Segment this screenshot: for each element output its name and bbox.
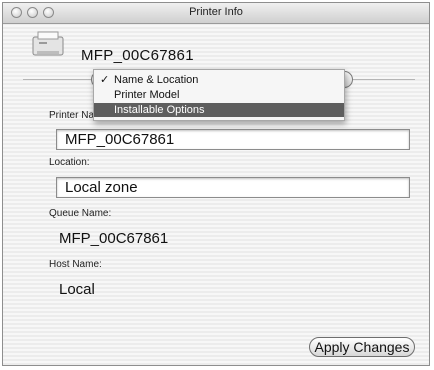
printer-name-label: Printer Na xyxy=(49,110,95,121)
menu-item-installable-options[interactable]: Installable Options xyxy=(94,103,344,117)
menu-item-printer-model[interactable]: Printer Model xyxy=(94,88,344,102)
host-name-value: Local xyxy=(59,281,95,298)
title-bar[interactable]: Printer Info xyxy=(3,3,429,24)
menu-item-label: Installable Options xyxy=(114,104,205,116)
menu-item-name-location[interactable]: ✓ Name & Location xyxy=(94,73,344,87)
menu-item-label: Printer Model xyxy=(114,89,180,101)
queue-name-label: Queue Name: xyxy=(49,208,112,219)
window-title: Printer Info xyxy=(189,6,243,18)
host-name-label: Host Name: xyxy=(49,259,102,270)
location-field[interactable]: Local zone xyxy=(56,177,410,198)
apply-changes-button[interactable]: Apply Changes xyxy=(309,337,415,357)
printer-icon xyxy=(32,31,64,56)
printer-name-heading: MFP_00C67861 xyxy=(81,47,194,64)
checkmark-icon: ✓ xyxy=(100,74,110,86)
info-panel-popup-menu: ✓ Name & Location Printer Model Installa… xyxy=(93,69,345,121)
printer-name-field[interactable]: MFP_00C67861 xyxy=(56,129,410,150)
queue-name-value: MFP_00C67861 xyxy=(59,230,169,247)
printer-info-window: Printer Info MFP_00C67861 ✓ Name & Locat… xyxy=(2,2,430,366)
menu-item-label: Name & Location xyxy=(114,74,199,86)
location-label: Location: xyxy=(49,157,90,168)
